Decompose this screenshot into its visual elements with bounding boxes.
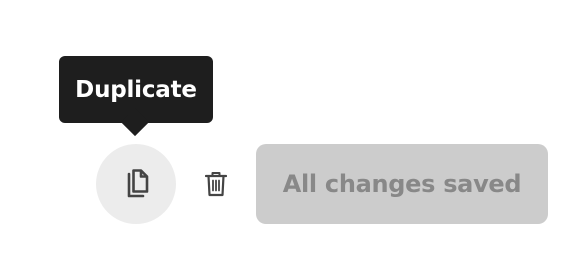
action-toolbar: Duplicate All changes saved	[0, 0, 586, 256]
save-status-button[interactable]: All changes saved	[256, 144, 548, 224]
tooltip-label: Duplicate	[75, 76, 197, 103]
delete-button[interactable]	[196, 164, 236, 204]
duplicate-button[interactable]	[96, 144, 176, 224]
trash-icon	[205, 172, 227, 197]
save-status-label: All changes saved	[282, 170, 522, 198]
duplicate-icon	[127, 169, 149, 198]
